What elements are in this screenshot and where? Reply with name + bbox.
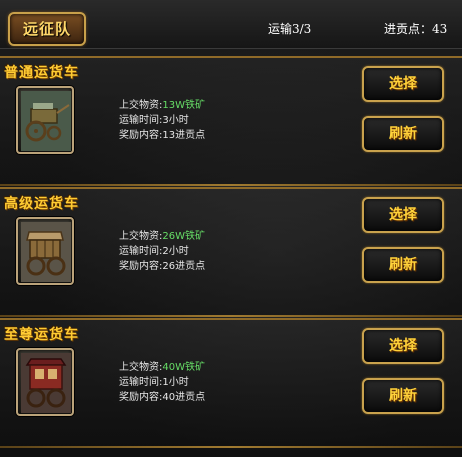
cart-info: 上交物资:26W铁矿 运输时间:2小时 奖励内容:26进贡点 bbox=[119, 229, 205, 274]
cart-image-frame bbox=[16, 348, 74, 416]
select-button[interactable]: 选择 bbox=[362, 66, 444, 102]
cart-panel-advanced: 高级运货车 上交物资:26W铁矿 运输时间:2小时 奖励内容:26进贡点 选择 … bbox=[0, 187, 462, 317]
select-button[interactable]: 选择 bbox=[362, 197, 444, 233]
cart-image-frame bbox=[16, 217, 74, 285]
cart-title: 高级运货车 bbox=[4, 196, 79, 212]
wagon-icon bbox=[21, 222, 71, 282]
cart-panel-normal: 普通运货车 上交物资:13W铁矿 运输时间:3小时 奖励内容:13进贡点 选择 … bbox=[0, 56, 462, 186]
carriage-icon bbox=[21, 353, 71, 413]
transport-time: 运输时间:2小时 bbox=[119, 246, 189, 257]
expedition-tab-button[interactable]: 远征队 bbox=[8, 12, 86, 46]
material-value: 13W铁矿 bbox=[162, 100, 205, 111]
material-value: 40W铁矿 bbox=[162, 362, 205, 373]
handcart-icon bbox=[21, 91, 71, 151]
tribute-points: 进贡点：43 bbox=[384, 22, 448, 36]
cart-panel-supreme: 至尊运货车 上交物资:40W铁矿 运输时间:1小时 奖励内容:40进贡点 选择 … bbox=[0, 318, 462, 448]
material-value: 26W铁矿 bbox=[162, 231, 205, 242]
transport-time: 运输时间:3小时 bbox=[119, 115, 189, 126]
material-line: 上交物资:13W铁矿 bbox=[119, 100, 205, 111]
cart-info: 上交物资:40W铁矿 运输时间:1小时 奖励内容:40进贡点 bbox=[119, 360, 205, 405]
cart-image-frame bbox=[16, 86, 74, 154]
cart-title: 普通运货车 bbox=[4, 65, 79, 81]
material-line: 上交物资:40W铁矿 bbox=[119, 362, 205, 373]
transport-count: 运输3/3 bbox=[268, 22, 312, 36]
refresh-button[interactable]: 刷新 bbox=[362, 378, 444, 414]
cart-info: 上交物资:13W铁矿 运输时间:3小时 奖励内容:13进贡点 bbox=[119, 98, 205, 143]
cart-title: 至尊运货车 bbox=[4, 327, 79, 343]
header-bar: 远征队 运输3/3 进贡点：43 bbox=[0, 0, 462, 49]
refresh-button[interactable]: 刷新 bbox=[362, 116, 444, 152]
transport-time: 运输时间:1小时 bbox=[119, 377, 189, 388]
material-line: 上交物资:26W铁矿 bbox=[119, 231, 205, 242]
reward-content: 奖励内容:40进贡点 bbox=[119, 392, 206, 403]
refresh-button[interactable]: 刷新 bbox=[362, 247, 444, 283]
select-button[interactable]: 选择 bbox=[362, 328, 444, 364]
reward-content: 奖励内容:13进贡点 bbox=[119, 130, 206, 141]
reward-content: 奖励内容:26进贡点 bbox=[119, 261, 206, 272]
